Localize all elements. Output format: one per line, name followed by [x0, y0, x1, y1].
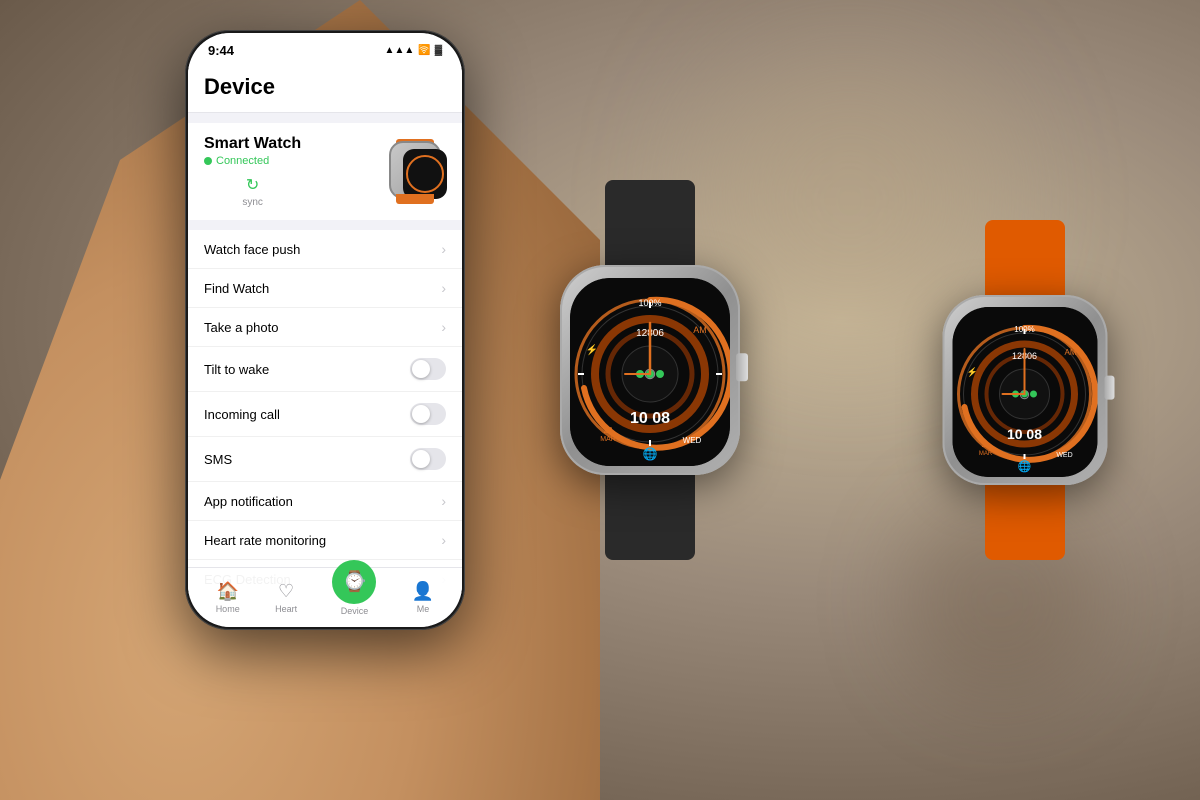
watch-left-crown: [736, 353, 748, 381]
settings-label-heart-rate: Heart rate monitoring: [204, 533, 326, 548]
bottom-tab-bar: 🏠 Home ♡ Heart ⌚ Device 👤 Me: [188, 567, 462, 627]
watch-left-face: ⊙ 10 08 12806 100% AM 28 MAR WED: [570, 278, 730, 466]
settings-label-app-notification: App notification: [204, 494, 293, 509]
tab-heart-label: Heart: [275, 604, 297, 614]
device-name: Smart Watch: [204, 135, 301, 153]
watch-right-case: ⊙ 10 08 12806 100% AM 28 MAR WED: [910, 220, 1140, 560]
thumb-band-bottom: [396, 194, 434, 204]
watch-right-face: ⊙ 10 08 12806 100% AM 28 MAR WED: [953, 307, 1098, 477]
svg-text:MAR: MAR: [600, 436, 616, 443]
toggle-tilt-wake[interactable]: [410, 358, 446, 380]
watch-left-face-svg: ⊙ 10 08 12806 100% AM 28 MAR WED: [570, 278, 730, 466]
sync-label: sync: [242, 197, 263, 208]
chevron-take-photo: ›: [441, 319, 446, 335]
tab-device-label: Device: [341, 606, 369, 616]
watch-right-face-svg: ⊙ 10 08 12806 100% AM 28 MAR WED: [953, 307, 1098, 477]
watch-left-case: ⊙ 10 08 12806 100% AM 28 MAR WED: [520, 180, 780, 560]
svg-text:AM: AM: [1065, 348, 1077, 357]
wifi-icon: 🛜: [418, 45, 430, 56]
svg-text:⚡: ⚡: [967, 366, 978, 378]
tab-me-label: Me: [417, 604, 430, 614]
svg-text:10 08: 10 08: [630, 410, 670, 427]
chevron-watch-face-push: ›: [441, 241, 446, 257]
sync-area[interactable]: ↻ sync: [204, 175, 301, 208]
settings-find-watch[interactable]: Find Watch ›: [188, 269, 462, 308]
settings-heart-rate[interactable]: Heart rate monitoring ›: [188, 521, 462, 560]
tab-home[interactable]: 🏠 Home: [216, 581, 240, 614]
svg-text:WED: WED: [683, 436, 702, 445]
status-icons: ▲▲▲ 🛜 ▓: [385, 45, 442, 56]
svg-text:⚡: ⚡: [586, 343, 598, 356]
device-card: Smart Watch Connected ↻ sync: [188, 123, 462, 220]
connected-dot: [204, 157, 212, 165]
tab-home-label: Home: [216, 604, 240, 614]
home-icon: 🏠: [216, 581, 238, 602]
battery-icon: ▓: [435, 45, 442, 56]
svg-text:🌐: 🌐: [643, 447, 658, 461]
settings-label-sms: SMS: [204, 452, 232, 467]
svg-text:28: 28: [982, 442, 990, 449]
heart-icon: ♡: [278, 581, 294, 602]
tab-heart[interactable]: ♡ Heart: [275, 581, 297, 614]
toggle-sms[interactable]: [410, 448, 446, 470]
signal-icon: ▲▲▲: [385, 45, 415, 56]
svg-text:28: 28: [604, 426, 613, 435]
toggle-incoming-call[interactable]: [410, 403, 446, 425]
settings-app-notification[interactable]: App notification ›: [188, 482, 462, 521]
settings-tilt-wake[interactable]: Tilt to wake: [188, 347, 462, 392]
svg-text:🌐: 🌐: [1018, 460, 1032, 473]
chevron-find-watch: ›: [441, 280, 446, 296]
status-time: 9:44: [208, 43, 234, 58]
svg-text:WED: WED: [1056, 452, 1072, 459]
thumb-face: [403, 149, 447, 199]
settings-label-take-photo: Take a photo: [204, 320, 278, 335]
thumb-dial: [406, 155, 444, 193]
svg-text:10 08: 10 08: [1007, 426, 1042, 442]
watch-thumbnail: [381, 139, 446, 204]
phone-screen: 9:44 ▲▲▲ 🛜 ▓ Device Smart Watch: [188, 33, 462, 627]
settings-label-tilt-wake: Tilt to wake: [204, 362, 269, 377]
device-active-button[interactable]: ⌚: [332, 560, 376, 604]
watch-left: ⊙ 10 08 12806 100% AM 28 MAR WED: [520, 180, 780, 560]
me-icon: 👤: [412, 581, 434, 602]
phone: 9:44 ▲▲▲ 🛜 ▓ Device Smart Watch: [185, 30, 465, 630]
settings-sms[interactable]: SMS: [188, 437, 462, 482]
tab-me[interactable]: 👤 Me: [412, 581, 434, 614]
settings-label-incoming-call: Incoming call: [204, 407, 280, 422]
chevron-heart-rate: ›: [441, 532, 446, 548]
thumb-body: [389, 141, 441, 199]
phone-content: Device Smart Watch Connected ↻ sync: [188, 64, 462, 622]
chevron-app-notification: ›: [441, 493, 446, 509]
settings-label-watch-face-push: Watch face push: [204, 242, 300, 257]
device-tab-icon: ⌚: [342, 569, 367, 594]
settings-label-find-watch: Find Watch: [204, 281, 269, 296]
settings-section: Watch face push › Find Watch › Take a ph…: [188, 230, 462, 598]
settings-incoming-call[interactable]: Incoming call: [188, 392, 462, 437]
device-info: Smart Watch Connected ↻ sync: [204, 135, 301, 208]
connected-status: Connected: [204, 155, 301, 167]
status-bar: 9:44 ▲▲▲ 🛜 ▓: [188, 33, 462, 64]
settings-take-photo[interactable]: Take a photo ›: [188, 308, 462, 347]
svg-text:AM: AM: [693, 325, 707, 335]
sync-icon: ↻: [246, 175, 259, 195]
watch-right-crown: [1105, 376, 1115, 400]
connected-label: Connected: [216, 155, 269, 167]
svg-text:MAR: MAR: [979, 451, 993, 457]
phone-body: 9:44 ▲▲▲ 🛜 ▓ Device Smart Watch: [185, 30, 465, 630]
settings-watch-face-push[interactable]: Watch face push ›: [188, 230, 462, 269]
tab-device[interactable]: ⌚ Device: [332, 580, 376, 616]
screen-title: Device: [204, 74, 446, 100]
watch-right: ⊙ 10 08 12806 100% AM 28 MAR WED: [910, 220, 1140, 560]
screen-header: Device: [188, 64, 462, 113]
